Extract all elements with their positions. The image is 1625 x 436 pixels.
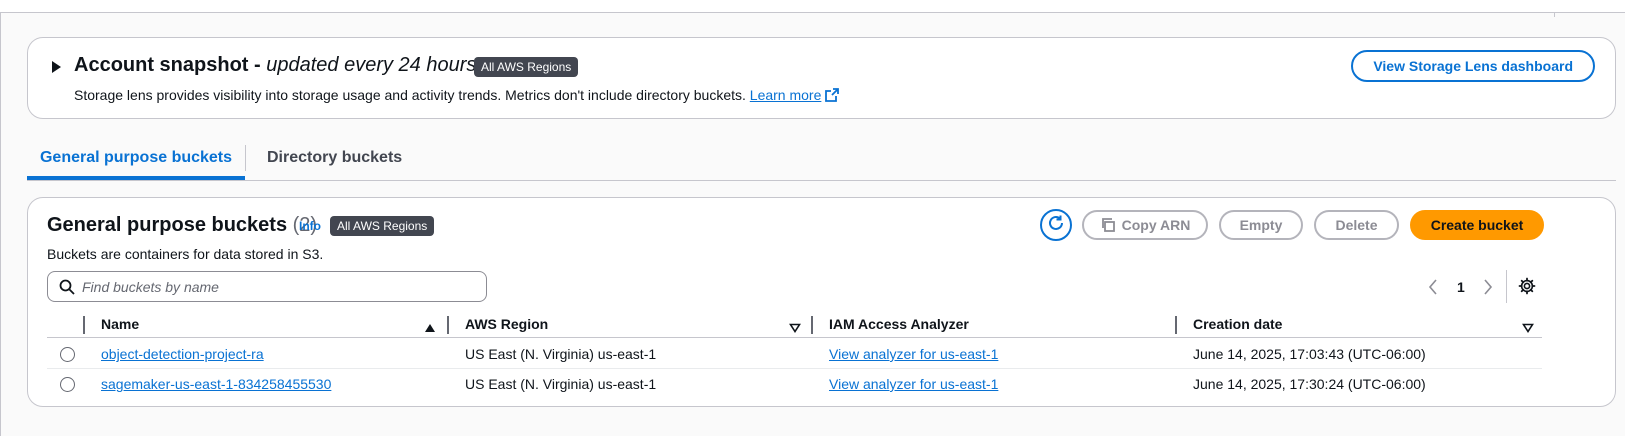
bucket-name-link[interactable]: object-detection-project-ra (101, 346, 264, 362)
bucket-type-tabs: General purpose buckets Directory bucket… (27, 137, 1616, 181)
column-divider[interactable] (811, 316, 813, 334)
snapshot-title[interactable]: Account snapshot - updated every 24 hour… (74, 54, 476, 77)
create-bucket-button[interactable]: Create bucket (1410, 210, 1544, 240)
regions-badge: All AWS Regions (474, 57, 579, 77)
column-divider (83, 316, 85, 334)
sort-icon[interactable] (789, 320, 801, 338)
buckets-panel: General purpose buckets (2) Info All AWS… (27, 197, 1616, 407)
empty-button[interactable]: Empty (1219, 210, 1303, 240)
bucket-region: US East (N. Virginia) us-east-1 (465, 346, 657, 362)
table-header: Name AWS Region IAM Access Analyzer Crea… (47, 312, 1542, 338)
current-page-number[interactable]: 1 (1457, 276, 1465, 298)
column-header-creation-date[interactable]: Creation date (1193, 316, 1282, 332)
panel-description: Buckets are containers for data stored i… (47, 246, 324, 262)
row-select-radio[interactable] (60, 347, 75, 362)
page-content: Account snapshot - updated every 24 hour… (0, 12, 1625, 436)
column-header-name[interactable]: Name (101, 316, 139, 332)
info-link[interactable]: Info (299, 219, 321, 233)
learn-more-link[interactable]: Learn more (750, 87, 822, 103)
account-snapshot-panel: Account snapshot - updated every 24 hour… (27, 37, 1616, 119)
refresh-button[interactable] (1040, 209, 1072, 241)
snapshot-title-italic: updated every 24 hours (266, 54, 477, 76)
panel-title: General purpose buckets (2) (47, 214, 317, 237)
view-analyzer-link[interactable]: View analyzer for us-east-1 (829, 376, 998, 392)
copy-arn-button[interactable]: Copy ARN (1082, 210, 1208, 240)
bucket-region: US East (N. Virginia) us-east-1 (465, 376, 657, 392)
divider (1554, 13, 1555, 17)
creation-date: June 14, 2025, 17:30:24 (UTC-06:00) (1193, 376, 1426, 392)
sort-ascending-icon[interactable] (424, 320, 436, 338)
creation-date: June 14, 2025, 17:03:43 (UTC-06:00) (1193, 346, 1426, 362)
bucket-name-link[interactable]: sagemaker-us-east-1-834258455530 (101, 376, 331, 392)
table-row: object-detection-project-ra US East (N. … (47, 339, 1542, 369)
next-page-icon[interactable] (1482, 276, 1494, 298)
table-settings-gear-icon[interactable] (1518, 277, 1536, 300)
table-row: sagemaker-us-east-1-834258455530 US East… (47, 369, 1542, 399)
regions-badge: All AWS Regions (330, 216, 435, 236)
previous-page-icon[interactable] (1427, 276, 1439, 298)
search-input[interactable] (82, 272, 480, 301)
delete-button[interactable]: Delete (1314, 210, 1399, 240)
snapshot-description-text: Storage lens provides visibility into st… (74, 87, 746, 103)
tab-directory-buckets[interactable]: Directory buckets (267, 137, 402, 180)
sort-icon[interactable] (1522, 320, 1534, 338)
search-icon (59, 279, 75, 300)
view-analyzer-link[interactable]: View analyzer for us-east-1 (829, 346, 998, 362)
copy-icon (1100, 215, 1116, 241)
snapshot-title-text: Account snapshot - (74, 54, 267, 76)
column-header-region[interactable]: AWS Region (465, 316, 548, 332)
external-link-icon[interactable] (825, 88, 840, 105)
column-divider[interactable] (447, 316, 449, 334)
copy-arn-label: Copy ARN (1121, 217, 1191, 233)
tab-general-purpose-buckets[interactable]: General purpose buckets (27, 137, 245, 180)
snapshot-description: Storage lens provides visibility into st… (74, 87, 840, 105)
refresh-icon (1047, 214, 1065, 237)
tab-divider (245, 145, 246, 171)
divider (1506, 270, 1507, 303)
column-header-iam-access-analyzer: IAM Access Analyzer (829, 316, 969, 332)
search-field[interactable] (47, 271, 487, 302)
panel-title-text: General purpose buckets (47, 214, 288, 236)
row-select-radio[interactable] (60, 377, 75, 392)
column-divider[interactable] (1175, 316, 1177, 334)
expand-caret-icon[interactable] (52, 61, 61, 73)
view-storage-lens-dashboard-button[interactable]: View Storage Lens dashboard (1351, 50, 1595, 82)
